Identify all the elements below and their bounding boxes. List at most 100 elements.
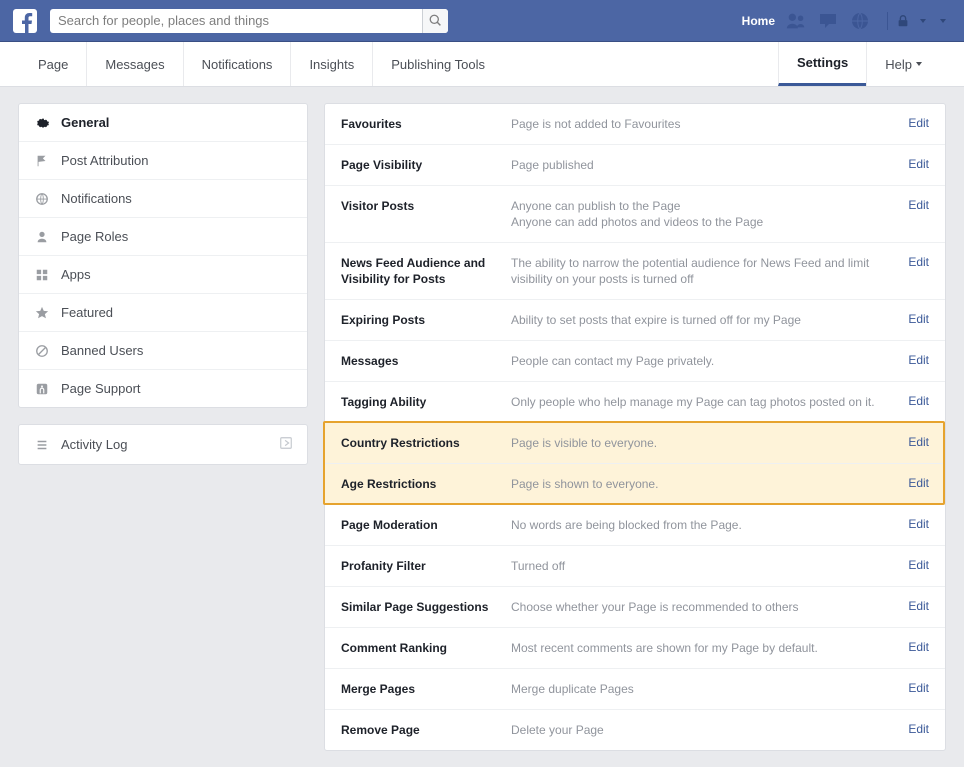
- support-icon: [33, 382, 51, 396]
- settings-row-label: Profanity Filter: [341, 558, 511, 574]
- star-icon: [33, 306, 51, 320]
- settings-row-profanity: Profanity FilterTurned offEdit: [325, 546, 945, 587]
- sidebar-item-label: Notifications: [61, 191, 132, 206]
- settings-row-desc: Turned off: [511, 558, 889, 574]
- settings-row-desc: Page is not added to Favourites: [511, 116, 889, 132]
- settings-row-label: Remove Page: [341, 722, 511, 738]
- settings-row-label: Age Restrictions: [341, 476, 511, 492]
- content: General Post Attribution Notifications P…: [0, 87, 964, 767]
- settings-row-desc: Choose whether your Page is recommended …: [511, 599, 889, 615]
- go-icon: [279, 436, 293, 453]
- friend-requests-jewel[interactable]: [785, 10, 807, 32]
- settings-row-messages_row: MessagesPeople can contact my Page priva…: [325, 341, 945, 382]
- sidebar-item-apps[interactable]: Apps: [19, 256, 307, 294]
- tab-help[interactable]: Help: [866, 42, 940, 86]
- search-button[interactable]: [422, 9, 448, 33]
- sidebar-item-general[interactable]: General: [19, 104, 307, 142]
- settings-row-moderation: Page ModerationNo words are being blocke…: [325, 505, 945, 546]
- settings-row-desc: Most recent comments are shown for my Pa…: [511, 640, 889, 656]
- page-nav: Page Messages Notifications Insights Pub…: [0, 42, 964, 87]
- settings-row-desc: Anyone can publish to the PageAnyone can…: [511, 198, 889, 230]
- messages-jewel[interactable]: [817, 10, 839, 32]
- settings-row-label: Page Visibility: [341, 157, 511, 173]
- edit-link[interactable]: Edit: [889, 435, 929, 449]
- tab-publishing-tools[interactable]: Publishing Tools: [372, 42, 503, 86]
- fb-logo-icon: [13, 9, 37, 33]
- tab-insights[interactable]: Insights: [290, 42, 372, 86]
- friends-icon: [785, 11, 807, 31]
- sidebar-item-label: Page Roles: [61, 229, 128, 244]
- settings-row-desc: People can contact my Page privately.: [511, 353, 889, 369]
- edit-link[interactable]: Edit: [889, 476, 929, 490]
- tab-messages[interactable]: Messages: [86, 42, 182, 86]
- settings-row-label: Similar Page Suggestions: [341, 599, 511, 615]
- settings-row-tagging: Tagging AbilityOnly people who help mana…: [325, 382, 945, 423]
- settings-row-desc: Page is visible to everyone.: [511, 435, 889, 451]
- settings-row-page_visibility: Page VisibilityPage publishedEdit: [325, 145, 945, 186]
- edit-link[interactable]: Edit: [889, 558, 929, 572]
- search-wrap: [50, 9, 448, 33]
- sidebar-item-label: Featured: [61, 305, 113, 320]
- sidebar: General Post Attribution Notifications P…: [18, 103, 308, 751]
- person-icon: [33, 230, 51, 244]
- settings-row-label: Comment Ranking: [341, 640, 511, 656]
- tab-help-label: Help: [885, 57, 912, 72]
- edit-link[interactable]: Edit: [889, 722, 929, 736]
- sidebar-item-featured[interactable]: Featured: [19, 294, 307, 332]
- settings-row-label: Tagging Ability: [341, 394, 511, 410]
- fb-logo[interactable]: [0, 0, 50, 42]
- edit-link[interactable]: Edit: [889, 198, 929, 212]
- settings-row-news_feed: News Feed Audience and Visibility for Po…: [325, 243, 945, 300]
- settings-row-desc: Page published: [511, 157, 889, 173]
- sidebar-item-notifications[interactable]: Notifications: [19, 180, 307, 218]
- edit-link[interactable]: Edit: [889, 640, 929, 654]
- privacy-shortcut[interactable]: [896, 14, 926, 28]
- home-link[interactable]: Home: [732, 14, 785, 28]
- sidebar-item-page-roles[interactable]: Page Roles: [19, 218, 307, 256]
- account-menu[interactable]: [936, 19, 946, 23]
- sidebar-item-label: Page Support: [61, 381, 141, 396]
- chevron-down-icon: [920, 19, 926, 23]
- edit-link[interactable]: Edit: [889, 157, 929, 171]
- ban-icon: [33, 344, 51, 358]
- search-icon: [429, 14, 442, 27]
- settings-row-country: Country RestrictionsPage is visible to e…: [325, 423, 945, 464]
- topbar-divider: [887, 12, 888, 30]
- globe-icon: [33, 192, 51, 206]
- settings-row-merge: Merge PagesMerge duplicate PagesEdit: [325, 669, 945, 710]
- edit-link[interactable]: Edit: [889, 255, 929, 269]
- list-icon: [33, 438, 51, 452]
- sidebar-item-activity-log[interactable]: Activity Log: [19, 425, 307, 464]
- tab-notifications[interactable]: Notifications: [183, 42, 291, 86]
- edit-link[interactable]: Edit: [889, 394, 929, 408]
- chevron-down-icon: [916, 62, 922, 66]
- sidebar-item-banned-users[interactable]: Banned Users: [19, 332, 307, 370]
- settings-row-similar: Similar Page SuggestionsChoose whether y…: [325, 587, 945, 628]
- sidebar-item-label: Activity Log: [61, 437, 127, 452]
- settings-row-remove: Remove PageDelete your PageEdit: [325, 710, 945, 750]
- sidebar-item-post-attribution[interactable]: Post Attribution: [19, 142, 307, 180]
- sidebar-item-page-support[interactable]: Page Support: [19, 370, 307, 407]
- edit-link[interactable]: Edit: [889, 312, 929, 326]
- sidebar-item-label: General: [61, 115, 109, 130]
- settings-row-desc: Only people who help manage my Page can …: [511, 394, 889, 410]
- notifications-jewel[interactable]: [849, 10, 871, 32]
- lock-icon: [896, 14, 910, 28]
- settings-panel: FavouritesPage is not added to Favourite…: [324, 103, 946, 751]
- settings-row-label: Visitor Posts: [341, 198, 511, 214]
- edit-link[interactable]: Edit: [889, 116, 929, 130]
- tab-settings[interactable]: Settings: [778, 42, 866, 86]
- edit-link[interactable]: Edit: [889, 353, 929, 367]
- settings-row-visitor_posts: Visitor PostsAnyone can publish to the P…: [325, 186, 945, 243]
- edit-link[interactable]: Edit: [889, 517, 929, 531]
- edit-link[interactable]: Edit: [889, 681, 929, 695]
- sidebar-item-label: Apps: [61, 267, 91, 282]
- settings-row-label: News Feed Audience and Visibility for Po…: [341, 255, 511, 287]
- tab-page[interactable]: Page: [24, 42, 86, 86]
- settings-row-desc: Page is shown to everyone.: [511, 476, 889, 492]
- search-input[interactable]: [50, 9, 448, 33]
- settings-row-label: Expiring Posts: [341, 312, 511, 328]
- settings-row-desc: Delete your Page: [511, 722, 889, 738]
- sidebar-item-label: Banned Users: [61, 343, 143, 358]
- edit-link[interactable]: Edit: [889, 599, 929, 613]
